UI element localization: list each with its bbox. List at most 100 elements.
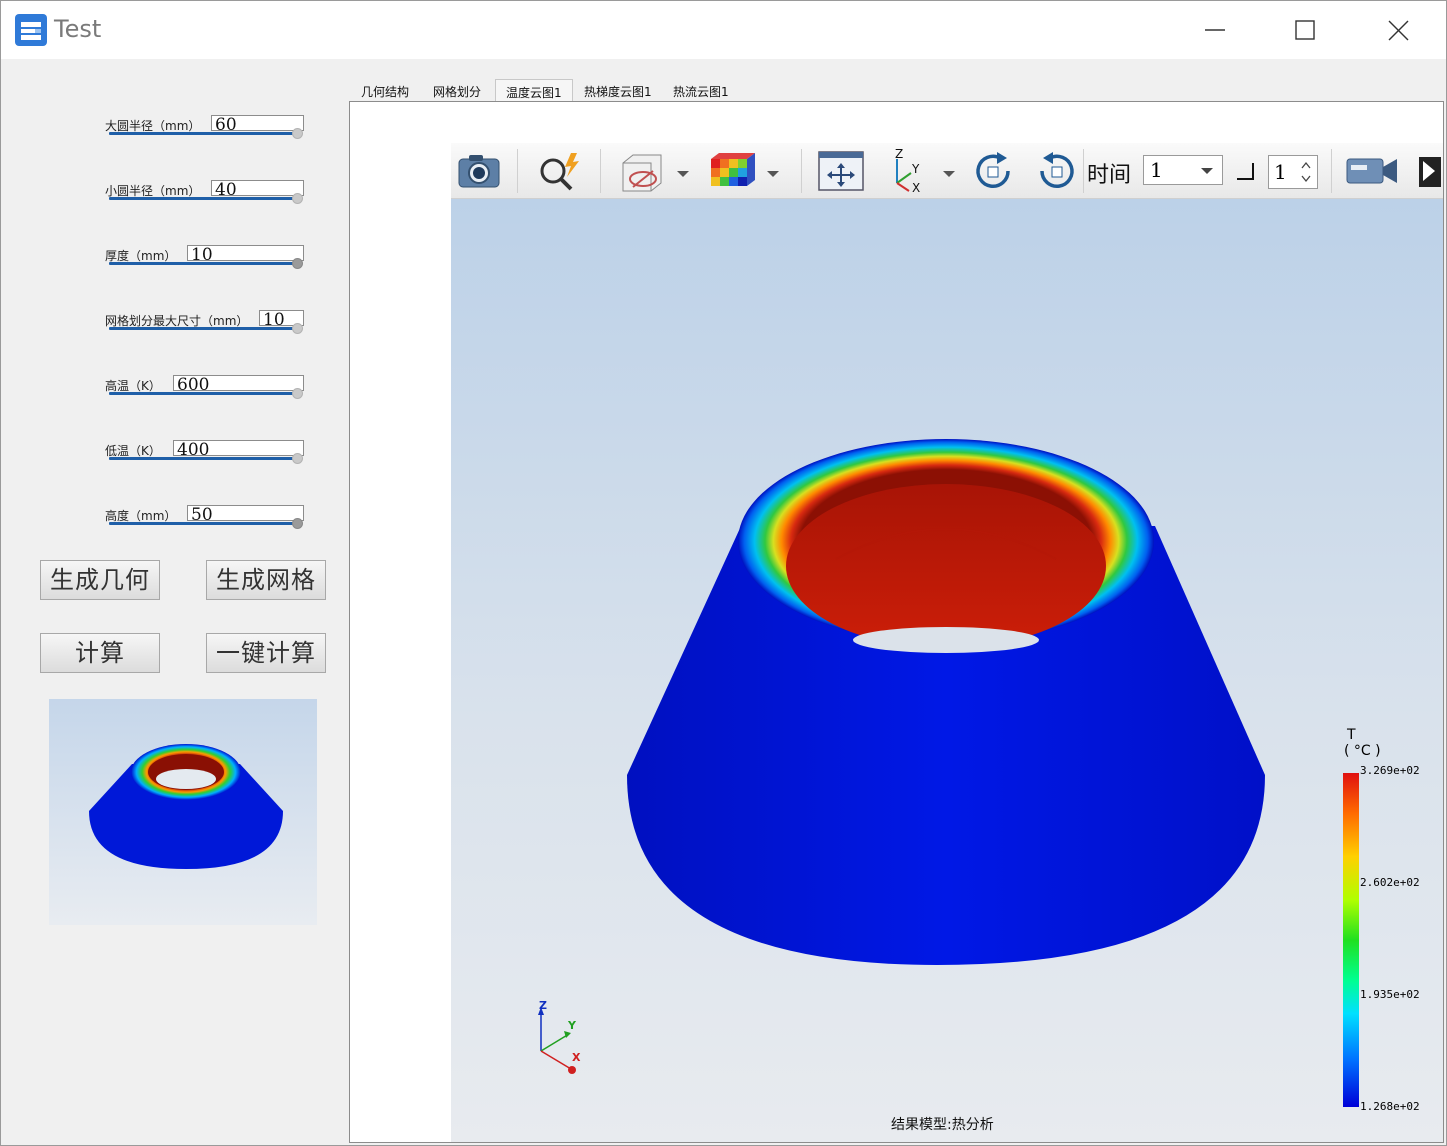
step-spinbox[interactable]: 1 [1268,155,1318,189]
slider-handle[interactable] [292,518,303,529]
axis-label-x: X [572,1051,581,1064]
toolbar-separator [600,149,601,193]
calculate-button[interactable]: 计算 [40,633,160,673]
hide-show-icon [622,154,689,192]
record-video-button[interactable] [1345,149,1401,193]
param-mesh-size: 网格划分最大尺寸（mm） 10 [3,310,333,352]
step-value: 1 [1274,160,1287,184]
tab-mesh[interactable]: 网格划分 [433,79,481,101]
step-corner-icon [1237,163,1254,180]
app-window: Test 大圆半径（mm） 60 小圆半径（mm） 40 厚度（mm） 10 网… [0,0,1447,1146]
slider-handle[interactable] [292,453,303,464]
legend-tick: 1.935e+02 [1360,988,1420,1001]
axis-label-y: Y [568,1019,576,1032]
param-thickness: 厚度（mm） 10 [3,245,333,287]
thumbnail-model-image [89,744,283,869]
window-title: Test [54,15,102,43]
rotate-ccw-button[interactable] [1032,149,1080,193]
low-temp-slider[interactable] [109,457,299,460]
rotate-ccw-icon [1040,152,1074,188]
generate-mesh-button[interactable]: 生成网格 [206,560,326,600]
app-logo-icon [15,14,47,46]
high-temp-input[interactable]: 600 [173,375,304,391]
generate-geometry-button[interactable]: 生成几何 [40,560,160,600]
time-select[interactable]: 1 [1143,155,1223,185]
color-map-icon [711,153,779,186]
legend-tick: 2.602e+02 [1360,876,1420,889]
low-temp-input[interactable]: 400 [173,440,304,456]
color-map-button[interactable] [707,149,783,193]
fit-view-icon [818,151,864,191]
3d-viewport[interactable]: Z Y X T ( °C ) 3.269e+02 2.602e+02 1.935… [451,199,1443,1142]
time-label: 时间 [1087,163,1132,188]
param-high-temp: 高温（K） 600 [3,375,333,417]
param-height: 高度（mm） 50 [3,505,333,547]
slider-handle[interactable] [292,258,303,269]
slider-handle[interactable] [292,388,303,399]
hide-show-button[interactable] [617,149,693,193]
maximize-button[interactable] [1260,1,1352,59]
time-select-value: 1 [1150,158,1163,182]
tab-heat-flux-contour[interactable]: 热流云图1 [673,79,729,101]
tab-geometry[interactable]: 几何结构 [361,79,409,101]
thickness-input[interactable]: 10 [187,245,304,261]
record-video-icon [1346,158,1397,184]
one-click-calculate-button[interactable]: 一键计算 [206,633,326,673]
legend-tick-min: 1.268e+02 [1360,1100,1420,1113]
view-toolbar: Z Y X 时间 1 1 [451,143,1443,199]
axis-label-z: Z [539,999,547,1012]
chevron-right-icon [1419,157,1441,187]
slider-handle[interactable] [292,193,303,204]
small-radius-input[interactable]: 40 [211,180,304,196]
height-input[interactable]: 50 [187,505,304,521]
svg-text:Y: Y [911,162,920,176]
result-thumbnail [49,699,317,925]
svg-text:X: X [912,181,920,193]
rotate-cw-button[interactable] [970,149,1018,193]
screenshot-button[interactable] [455,149,503,193]
toolbar-separator [801,149,802,193]
toolbar-separator [517,149,518,193]
svg-text:Z: Z [895,149,903,161]
close-icon [1388,20,1409,41]
more-tools-button[interactable] [1415,149,1443,193]
zoom-button[interactable] [535,149,583,193]
spinner-arrows-icon[interactable] [1300,159,1312,185]
thickness-slider[interactable] [109,262,299,265]
temperature-contour-model [627,439,1265,965]
toolbar-separator [1331,149,1332,193]
param-small-radius: 小圆半径（mm） 40 [3,180,333,222]
height-slider[interactable] [109,522,299,525]
axis-orientation-icon: Z Y X [895,147,955,195]
fit-view-button[interactable] [817,149,865,193]
slider-handle[interactable] [292,323,303,334]
close-button[interactable] [1353,1,1445,59]
axis-orientation-button[interactable]: Z Y X [883,147,959,195]
slider-handle[interactable] [292,128,303,139]
big-radius-input[interactable]: 60 [211,115,304,131]
legend-color-bar [1343,773,1359,1107]
legend-title: T [1347,727,1356,743]
param-big-radius: 大圆半径（mm） 60 [3,115,333,157]
big-radius-slider[interactable] [109,132,299,135]
minimize-button[interactable] [1169,1,1261,59]
camera-icon [458,155,500,188]
chevron-down-icon [1201,168,1213,174]
tab-thermal-gradient-contour[interactable]: 热梯度云图1 [584,79,652,101]
legend-tick-max: 3.269e+02 [1360,764,1420,777]
legend-unit: ( °C ) [1344,743,1381,759]
client-area: 大圆半径（mm） 60 小圆半径（mm） 40 厚度（mm） 10 网格划分最大… [3,59,1444,1145]
mesh-size-slider[interactable] [109,327,299,330]
param-low-temp: 低温（K） 400 [3,440,333,482]
tab-temperature-contour[interactable]: 温度云图1 [495,79,573,101]
result-model-label: 结果模型:热分析 [891,1117,994,1133]
minimize-icon [1205,29,1225,31]
small-radius-slider[interactable] [109,197,299,200]
high-temp-slider[interactable] [109,392,299,395]
tab-panel: Z Y X 时间 1 1 Z Y X T (°C) 3.269e+02 2.… [349,101,1444,1143]
zoom-icon [540,153,579,191]
maximize-icon [1295,20,1315,40]
rotate-cw-icon [976,152,1010,188]
toolbar-separator [1083,149,1084,193]
title-bar: Test [1,1,1446,59]
